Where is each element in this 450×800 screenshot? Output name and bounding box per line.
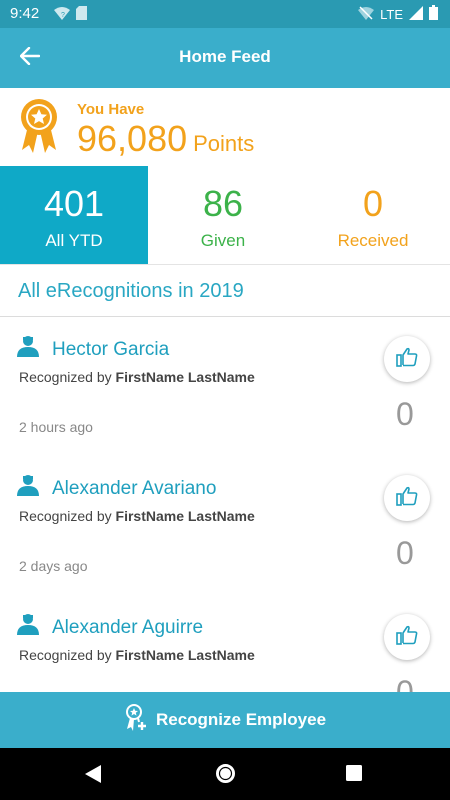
recognized-by-name: FirstName LastName <box>115 508 255 524</box>
stat-value: 0 <box>362 183 384 224</box>
status-bar: 9:42 ? LTE <box>0 0 450 28</box>
feed-item[interactable]: Alexander Aguirre Recognized by FirstNam… <box>0 595 450 692</box>
thumbs-up-icon <box>396 625 418 650</box>
stat-value: 401 <box>43 183 105 224</box>
points-unit: Points <box>193 131 255 156</box>
recognized-by-name: FirstName LastName <box>115 647 255 663</box>
person-icon <box>17 474 39 501</box>
recognized-prefix: Recognized by <box>19 647 112 663</box>
wifi-question-icon: ? <box>54 6 70 25</box>
feed-item[interactable]: Hector Garcia Recognized by FirstName La… <box>0 317 450 456</box>
person-name[interactable]: Alexander Aguirre <box>52 617 203 639</box>
wifi-off-icon <box>358 5 375 23</box>
signal-icon <box>409 5 423 23</box>
recognized-by-name: FirstName LastName <box>115 369 255 385</box>
section-heading: All eRecognitions in 2019 <box>18 280 244 302</box>
points-banner: You Have 96,080 Points <box>0 88 450 166</box>
network-label: LTE <box>380 6 403 22</box>
recognize-employee-button[interactable]: Recognize Employee <box>0 692 450 748</box>
stat-received[interactable]: 0 Received <box>298 166 448 264</box>
status-time: 9:42 <box>10 5 40 22</box>
person-name[interactable]: Hector Garcia <box>52 339 169 361</box>
stat-label: All YTD <box>45 231 103 250</box>
award-ribbon-icon <box>19 98 59 159</box>
like-button[interactable] <box>384 614 430 660</box>
nav-back-icon[interactable] <box>84 764 102 789</box>
person-icon <box>17 335 39 362</box>
like-count: 0 <box>396 674 414 692</box>
app-bar: Home Feed <box>0 28 450 88</box>
stats-row: 401 All YTD 86 Given 0 Received <box>0 166 450 265</box>
feed-item[interactable]: Alexander Avariano Recognized by FirstNa… <box>0 456 450 595</box>
like-count: 0 <box>396 396 414 432</box>
person-name[interactable]: Alexander Avariano <box>52 478 216 500</box>
svg-text:?: ? <box>61 12 65 19</box>
points-value: 96,080 <box>77 118 188 159</box>
stat-label: Given <box>200 231 246 250</box>
person-icon <box>17 613 39 640</box>
points-label: You Have <box>77 101 145 118</box>
like-count: 0 <box>396 535 414 571</box>
stat-label: Received <box>337 231 409 250</box>
stat-value: 86 <box>202 183 244 224</box>
page-title: Home Feed <box>179 47 271 66</box>
nav-home-icon[interactable] <box>215 763 236 789</box>
time-ago: 2 hours ago <box>19 419 93 435</box>
sd-card-icon <box>76 6 87 25</box>
thumbs-up-icon <box>396 486 418 511</box>
thumbs-up-icon <box>396 347 418 372</box>
recognize-employee-label: Recognize Employee <box>155 710 327 729</box>
nav-recents-icon[interactable] <box>346 765 362 786</box>
like-button[interactable] <box>384 475 430 521</box>
award-add-icon <box>124 703 148 737</box>
system-nav-bar <box>0 748 450 800</box>
time-ago: 2 days ago <box>19 558 88 574</box>
recognized-prefix: Recognized by <box>19 369 112 385</box>
recognized-prefix: Recognized by <box>19 508 112 524</box>
stat-all-ytd[interactable]: 401 All YTD <box>0 166 148 264</box>
like-button[interactable] <box>384 336 430 382</box>
stat-given[interactable]: 86 Given <box>148 166 298 264</box>
battery-icon <box>429 5 438 23</box>
